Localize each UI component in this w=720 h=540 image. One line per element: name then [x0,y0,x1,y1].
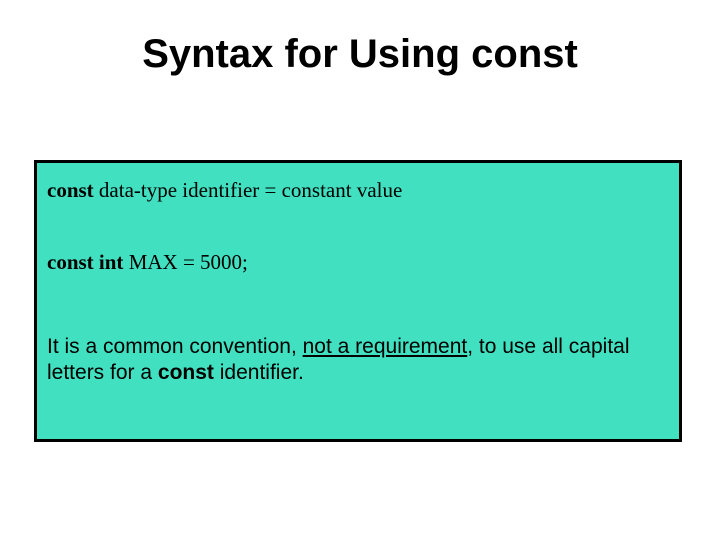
example-keyword: const int [47,250,123,274]
slide: Syntax for Using const const data-type i… [0,0,720,540]
note-keyword: const [158,361,214,384]
example-rest: MAX = 5000; [123,250,247,274]
syntax-keyword: const [47,178,94,202]
note-underlined: not a requirement [303,335,468,358]
slide-title: Syntax for Using const [0,32,720,77]
example-line: const int MAX = 5000; [47,249,669,275]
note-pre: It is a common convention, [47,335,303,358]
note-paragraph: It is a common convention, not a require… [47,334,669,387]
syntax-rest: data-type identifier = constant value [94,178,403,202]
note-post: identifier. [214,361,304,384]
content-box: const data-type identifier = constant va… [34,160,682,442]
syntax-line: const data-type identifier = constant va… [47,177,669,203]
